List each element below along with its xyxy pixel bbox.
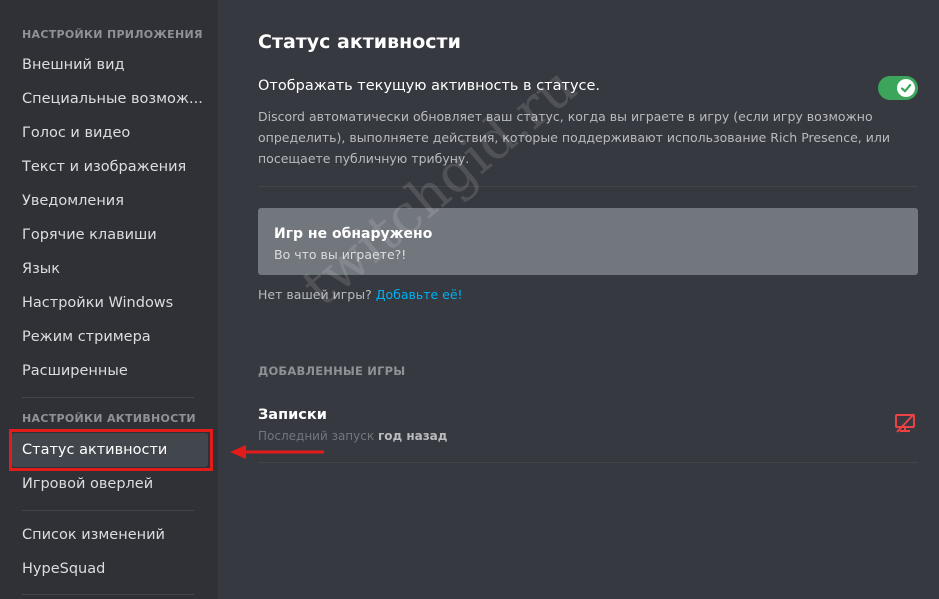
sidebar-item-voice-video[interactable]: Голос и видео <box>22 123 130 143</box>
sidebar-divider <box>22 397 194 398</box>
annotation-arrow-icon <box>230 445 324 459</box>
no-game-title: Игр не обнаружено <box>274 226 433 242</box>
add-game-prompt: Нет вашей игры? Добавьте её! <box>258 287 463 302</box>
section-divider <box>258 186 918 187</box>
added-games-header: Добавленные игры <box>258 364 406 378</box>
settings-window: Настройки приложения Внешний вид Специал… <box>0 0 939 599</box>
overlay-disabled-icon[interactable] <box>893 411 917 435</box>
sidebar-item-game-overlay[interactable]: Игровой оверлей <box>22 474 153 494</box>
activity-description: Discord автоматически обновляет ваш стат… <box>258 109 890 166</box>
sidebar-divider <box>22 510 194 511</box>
sidebar-item-language[interactable]: Язык <box>22 259 60 279</box>
game-name: Записки <box>258 407 327 423</box>
settings-sidebar: Настройки приложения Внешний вид Специал… <box>0 0 218 599</box>
toggle-knob <box>897 79 915 97</box>
activity-settings-header: Настройки активности <box>22 412 196 425</box>
game-last-played: Последний запуск год назад <box>258 429 447 443</box>
last-played-value: год назад <box>377 429 448 443</box>
sidebar-item-text-images[interactable]: Текст и изображения <box>22 157 186 177</box>
annotation-highlight-box <box>9 429 213 471</box>
activity-status-toggle[interactable] <box>878 76 918 100</box>
check-icon <box>900 83 912 93</box>
activity-toggle-label: Отображать текущую активность в статусе. <box>258 78 601 94</box>
sidebar-item-windows-settings[interactable]: Настройки Windows <box>22 293 173 313</box>
no-game-subtitle: Во что вы играете?! <box>274 247 407 262</box>
sidebar-item-advanced[interactable]: Расширенные <box>22 361 128 381</box>
sidebar-item-keybinds[interactable]: Горячие клавиши <box>22 225 157 245</box>
last-played-label: Последний запуск <box>258 429 375 443</box>
sidebar-item-streamer-mode[interactable]: Режим стримера <box>22 327 151 347</box>
sidebar-item-notifications[interactable]: Уведомления <box>22 191 124 211</box>
sidebar-divider <box>22 594 194 595</box>
page-title: Статус активности <box>258 31 461 53</box>
sidebar-item-accessibility[interactable]: Специальные возмож... <box>22 89 203 109</box>
no-game-detected-panel: Игр не обнаружено Во что вы играете?! <box>258 208 918 275</box>
sidebar-item-changelog[interactable]: Список изменений <box>22 525 165 545</box>
add-game-text: Нет вашей игры? <box>258 287 372 302</box>
sidebar-item-appearance[interactable]: Внешний вид <box>22 55 125 75</box>
section-divider <box>258 462 918 463</box>
app-settings-header: Настройки приложения <box>22 28 203 41</box>
sidebar-item-hypesquad[interactable]: HypeSquad <box>22 559 105 579</box>
add-game-link[interactable]: Добавьте её! <box>376 287 463 302</box>
